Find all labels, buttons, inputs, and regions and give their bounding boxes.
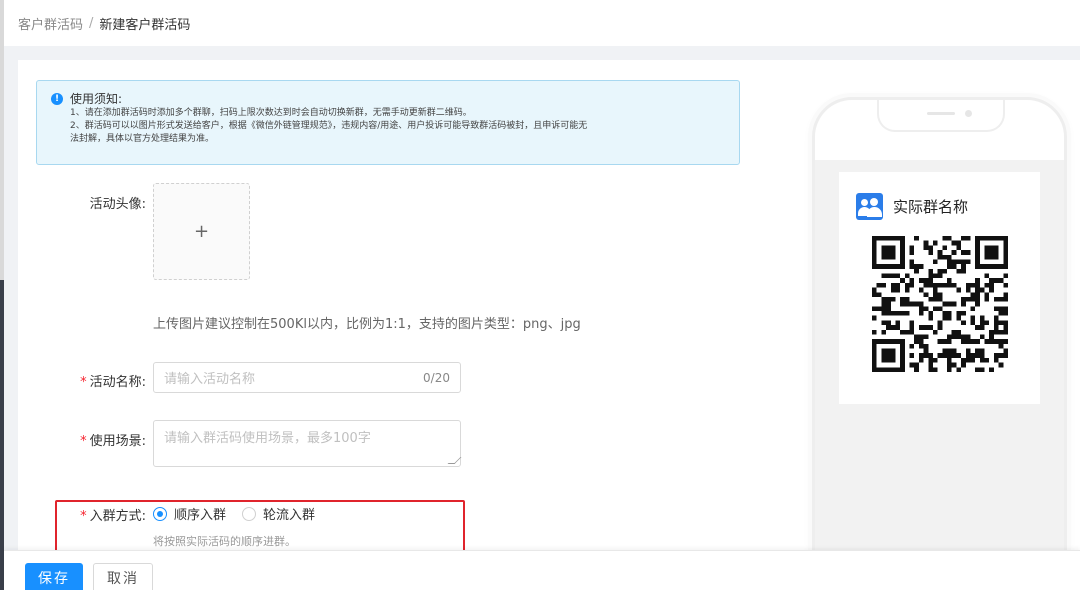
sidebar-dark-segment bbox=[0, 280, 4, 590]
activity-name-placeholder: 请输入活动名称 bbox=[164, 372, 256, 387]
radio-label: 轮流入群 bbox=[263, 508, 316, 523]
join-mode-label: * 入群方式: bbox=[26, 505, 146, 524]
usage-scene-placeholder: 请输入群活码使用场景，最多100字 bbox=[164, 431, 371, 446]
qr-code-icon bbox=[872, 236, 1008, 372]
breadcrumb-parent-link[interactable]: 客户群活码 bbox=[18, 14, 83, 33]
notice-title: 使用须知: bbox=[70, 92, 123, 106]
left-sidebar-edge bbox=[0, 0, 4, 590]
radio-checked-icon bbox=[153, 506, 167, 521]
breadcrumb-current: 新建客户群活码 bbox=[99, 17, 191, 33]
phone-speaker-icon bbox=[927, 112, 955, 115]
save-button[interactable]: 保存 bbox=[25, 563, 83, 590]
required-mark: * bbox=[80, 434, 87, 449]
radio-unchecked-icon bbox=[242, 506, 257, 521]
notice-line: 法封解，具体以官方处理结果为准。 bbox=[70, 134, 215, 144]
avatar-upload-hint: 上传图片建议控制在500Kl以内，比例为1:1，支持的图片类型：png、jpg bbox=[153, 317, 581, 332]
join-mode-description: 将按照实际活码的顺序进群。 bbox=[153, 535, 296, 548]
footer-bar bbox=[4, 550, 1080, 590]
group-name: 实际群名称 bbox=[893, 198, 969, 216]
avatar-upload-button[interactable]: + bbox=[153, 183, 250, 280]
activity-name-label-text: 活动名称: bbox=[89, 375, 146, 390]
phone-camera-icon bbox=[965, 110, 972, 117]
phone-notch bbox=[877, 100, 1005, 132]
info-icon: ! bbox=[51, 92, 63, 105]
required-mark: * bbox=[80, 509, 87, 524]
avatar-label: 活动头像: bbox=[89, 197, 146, 212]
group-users-icon bbox=[856, 193, 883, 220]
radio-rotating-join[interactable]: 轮流入群 bbox=[242, 504, 315, 523]
activity-name-label: * 活动名称: bbox=[26, 371, 146, 390]
join-mode-radio-group: 顺序入群 轮流入群 bbox=[153, 504, 331, 523]
usage-notice: ! 使用须知: 1、请在添加群活码时添加多个群聊，扫码上限次数达到时会自动切换新… bbox=[36, 80, 740, 165]
required-mark: * bbox=[80, 375, 87, 390]
breadcrumb-separator: / bbox=[89, 15, 94, 31]
radio-label: 顺序入群 bbox=[174, 508, 227, 523]
notice-line: 1、请在添加群活码时添加多个群聊，扫码上限次数达到时会自动切换新群，无需手动更新… bbox=[70, 108, 472, 118]
resize-handle-icon[interactable] bbox=[447, 457, 462, 464]
notice-line: 2、群活码可以以图片形式发送给客户，根据《微信外链管理规范》，违规内容/用途、用… bbox=[70, 121, 588, 131]
usage-scene-label: * 使用场景: bbox=[26, 430, 146, 449]
activity-name-input[interactable]: 请输入活动名称 0/20 bbox=[153, 362, 461, 393]
activity-name-counter: 0/20 bbox=[423, 370, 450, 385]
breadcrumb: 客户群活码 / 新建客户群活码 bbox=[4, 0, 1080, 46]
join-mode-label-text: 入群方式: bbox=[89, 509, 146, 524]
usage-scene-textarea[interactable]: 请输入群活码使用场景，最多100字 bbox=[153, 420, 462, 467]
plus-icon: + bbox=[193, 221, 210, 242]
cancel-button[interactable]: 取消 bbox=[93, 563, 153, 590]
radio-sequential-join[interactable]: 顺序入群 bbox=[153, 504, 226, 523]
usage-scene-label-text: 使用场景: bbox=[89, 434, 146, 449]
